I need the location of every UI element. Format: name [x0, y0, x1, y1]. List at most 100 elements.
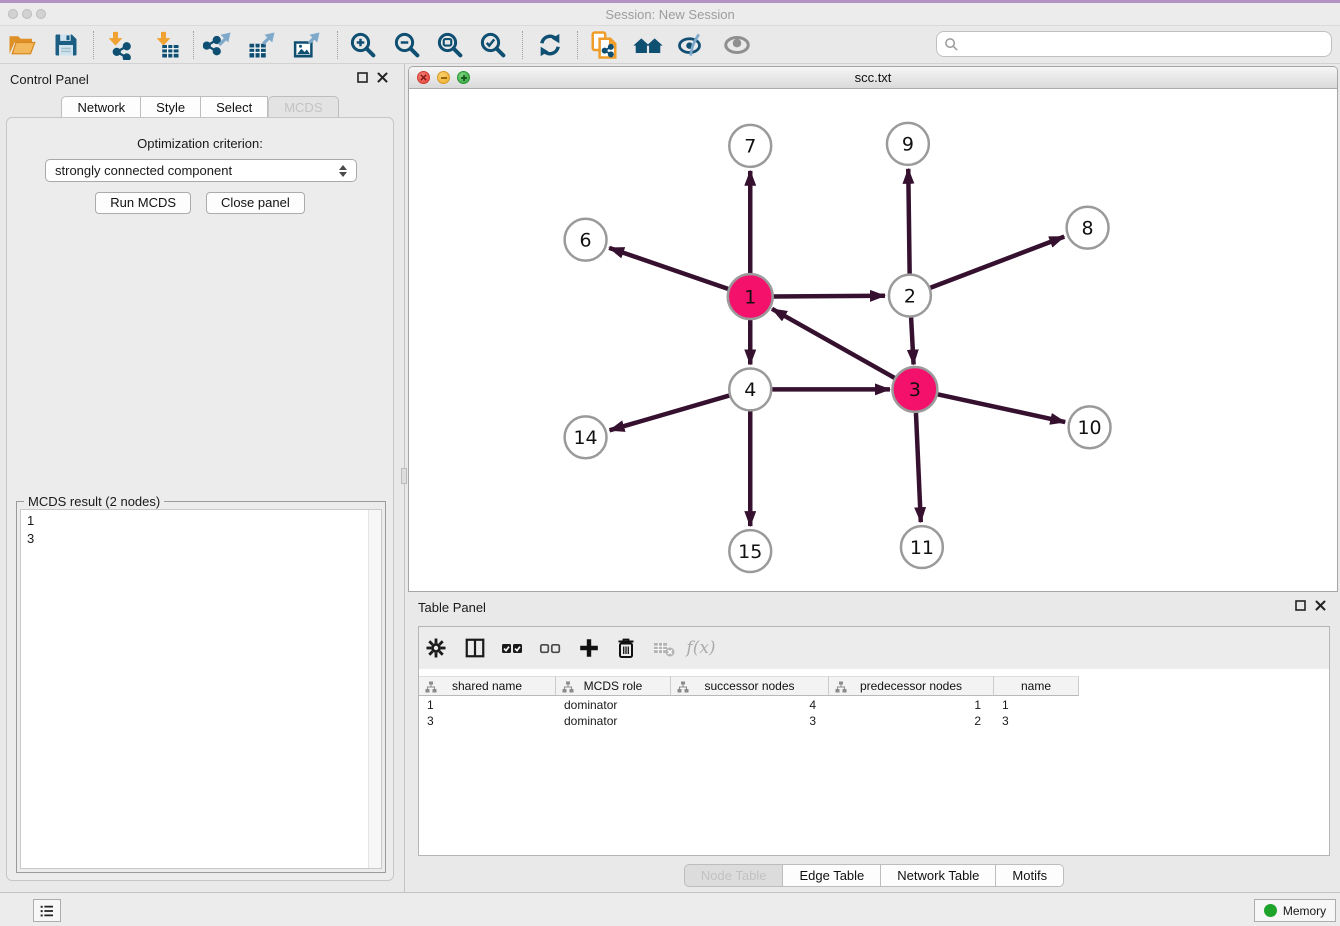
- optimization-criterion-select[interactable]: strongly connected component: [45, 159, 357, 182]
- search-input[interactable]: [959, 33, 1331, 55]
- tab-edge-table[interactable]: Edge Table: [783, 864, 881, 887]
- graph-node-11[interactable]: 11: [901, 526, 943, 568]
- import-network-icon[interactable]: [102, 29, 134, 61]
- svg-text:10: 10: [1078, 417, 1102, 439]
- delete-column-icon[interactable]: [611, 633, 641, 663]
- graph-edge-1-2[interactable]: [772, 296, 885, 297]
- tab-network[interactable]: Network: [61, 96, 141, 118]
- graph-node-9[interactable]: 9: [887, 123, 929, 165]
- graph-node-3[interactable]: 3: [892, 367, 937, 412]
- memory-status-icon: [1264, 904, 1277, 917]
- network-canvas[interactable]: 7 9 6 8 1 2 4 3 14 10 15 11: [409, 89, 1337, 591]
- graph-node-15[interactable]: 15: [729, 530, 771, 572]
- graph-node-1[interactable]: 1: [728, 274, 773, 319]
- reset-view-icon[interactable]: [632, 29, 664, 61]
- hierarchy-icon: [562, 681, 574, 693]
- refresh-network-icon[interactable]: [534, 29, 566, 61]
- graph-edge-2-8[interactable]: [930, 237, 1064, 288]
- graph-edge-3-10[interactable]: [936, 394, 1065, 422]
- deselect-all-checkboxes-icon[interactable]: [535, 633, 565, 663]
- float-table-panel-icon[interactable]: [1295, 600, 1306, 611]
- import-table-icon[interactable]: [150, 29, 182, 61]
- graph-edge-3-1[interactable]: [772, 309, 896, 379]
- network-close-button[interactable]: [417, 71, 430, 84]
- column-header-successor-nodes[interactable]: successor nodes: [671, 676, 829, 696]
- column-layout-icon[interactable]: [460, 633, 490, 663]
- network-window-title: scc.txt: [409, 67, 1337, 88]
- cell-predecessor: 1: [829, 697, 994, 713]
- export-network-icon[interactable]: [202, 29, 234, 61]
- cell-name: 3: [994, 713, 1079, 729]
- graph-node-7[interactable]: 7: [729, 125, 771, 167]
- delete-table-icon[interactable]: [649, 633, 679, 663]
- tab-mcds[interactable]: MCDS: [268, 96, 338, 118]
- result-scrollbar[interactable]: [368, 510, 381, 868]
- column-header-predecessor-nodes[interactable]: predecessor nodes: [829, 676, 994, 696]
- graph-edge-4-14[interactable]: [610, 396, 730, 431]
- export-table-icon[interactable]: [246, 29, 278, 61]
- toolbar-separator: [577, 31, 578, 59]
- apply-function-icon[interactable]: f(x): [686, 633, 716, 663]
- tab-network-table[interactable]: Network Table: [881, 864, 996, 887]
- graph-node-14[interactable]: 14: [565, 416, 607, 458]
- cell-shared_name: 1: [419, 697, 556, 713]
- graph-node-2[interactable]: 2: [889, 275, 931, 317]
- column-header-name[interactable]: name: [994, 676, 1079, 696]
- svg-text:8: 8: [1082, 218, 1094, 240]
- show-vizmapper-icon[interactable]: [676, 29, 708, 61]
- svg-text:2: 2: [904, 285, 916, 307]
- network-window-titlebar[interactable]: scc.txt: [409, 67, 1337, 89]
- cell-mcds_role: dominator: [556, 697, 671, 713]
- zoom-in-icon[interactable]: [347, 29, 379, 61]
- task-history-button[interactable]: [33, 899, 61, 922]
- network-maximize-button[interactable]: [457, 71, 470, 84]
- graph-node-6[interactable]: 6: [565, 219, 607, 261]
- close-panel-icon[interactable]: [377, 72, 388, 83]
- select-all-checkboxes-icon[interactable]: [497, 633, 527, 663]
- optimization-criterion-label: Optimization criterion:: [7, 136, 393, 151]
- table-rows: 1dominator4113dominator323: [419, 696, 1329, 855]
- add-column-icon[interactable]: [574, 633, 604, 663]
- table-row[interactable]: 3dominator323: [419, 713, 1329, 729]
- clone-network-icon[interactable]: [588, 29, 620, 61]
- graph-node-8[interactable]: 8: [1067, 207, 1109, 249]
- save-session-icon[interactable]: [50, 29, 82, 61]
- hierarchy-icon: [677, 681, 689, 693]
- graph-node-10[interactable]: 10: [1069, 406, 1111, 448]
- zoom-selected-icon[interactable]: [477, 29, 509, 61]
- column-header-shared-name[interactable]: shared name: [419, 676, 556, 696]
- export-image-icon[interactable]: [291, 29, 323, 61]
- mcds-panel: Optimization criterion: strongly connect…: [6, 117, 394, 881]
- graph-edge-3-11[interactable]: [916, 411, 921, 522]
- network-minimize-button[interactable]: [437, 71, 450, 84]
- vertical-splitter[interactable]: [400, 64, 408, 892]
- open-session-icon[interactable]: [6, 29, 38, 61]
- tab-motifs[interactable]: Motifs: [996, 864, 1064, 887]
- table-settings-icon[interactable]: [421, 633, 451, 663]
- cell-shared_name: 3: [419, 713, 556, 729]
- svg-text:7: 7: [744, 136, 756, 158]
- close-panel-button[interactable]: Close panel: [206, 192, 305, 214]
- svg-text:15: 15: [738, 541, 762, 563]
- graph-edge-2-3[interactable]: [911, 318, 913, 365]
- zoom-fit-icon[interactable]: [434, 29, 466, 61]
- show-hide-panels-icon[interactable]: [721, 29, 753, 61]
- float-panel-icon[interactable]: [357, 72, 368, 83]
- tab-node-table[interactable]: Node Table: [684, 864, 784, 887]
- column-header-mcds-role[interactable]: MCDS role: [556, 676, 671, 696]
- mcds-result-area[interactable]: 1 3: [20, 509, 382, 869]
- table-row[interactable]: 1dominator411: [419, 697, 1329, 713]
- search-box[interactable]: [936, 31, 1332, 57]
- tab-style[interactable]: Style: [141, 96, 201, 118]
- run-mcds-button[interactable]: Run MCDS: [95, 192, 191, 214]
- graph-node-4[interactable]: 4: [729, 368, 771, 410]
- graph-edge-2-9[interactable]: [908, 169, 909, 274]
- table-panel-tabs: Node TableEdge TableNetwork TableMotifs: [408, 864, 1340, 887]
- tab-select[interactable]: Select: [201, 96, 268, 118]
- close-table-panel-icon[interactable]: [1315, 600, 1326, 611]
- zoom-out-icon[interactable]: [391, 29, 423, 61]
- graph-edge-1-6[interactable]: [609, 248, 729, 290]
- table-panel-title: Table Panel: [418, 600, 486, 615]
- window-title: Session: New Session: [0, 7, 1340, 22]
- memory-button[interactable]: Memory: [1254, 899, 1336, 922]
